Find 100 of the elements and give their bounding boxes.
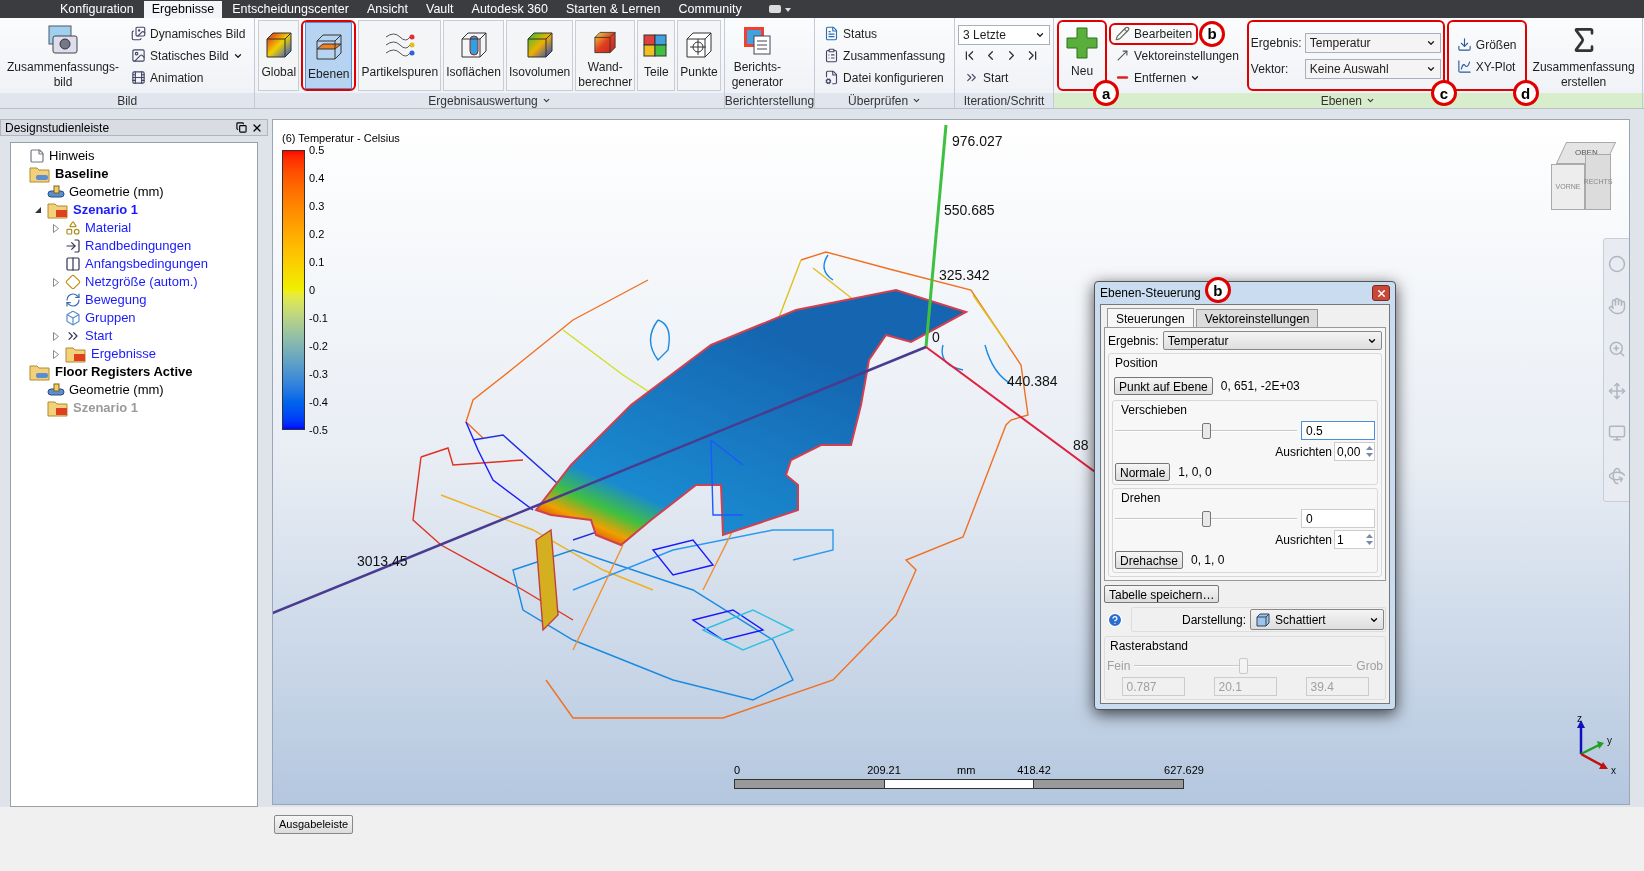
- close-button[interactable]: [1372, 285, 1390, 301]
- ribbon-button[interactable]: Status: [818, 22, 884, 45]
- ribbon-button[interactable]: Zusammenfassung: [818, 44, 952, 67]
- tree-item[interactable]: Netzgröße (autom.): [85, 272, 198, 292]
- group-label[interactable]: Überprüfen: [815, 93, 955, 108]
- tree-item[interactable]: Hinweis: [49, 146, 95, 166]
- output-bar-button[interactable]: Ausgabeleiste: [274, 815, 354, 834]
- spin-field[interactable]: 0,00: [1334, 442, 1375, 461]
- dialog-tab[interactable]: Steuerungen: [1107, 308, 1194, 328]
- tree-item[interactable]: Floor Registers Active: [55, 362, 193, 382]
- tree-item[interactable]: Gruppen: [85, 308, 136, 328]
- ribbon-button[interactable]: Statisches Bild: [125, 44, 249, 67]
- diamond-icon: [65, 274, 81, 290]
- tree-item[interactable]: Geometrie (mm): [69, 380, 164, 400]
- menu-tab[interactable]: Vault: [417, 1, 462, 18]
- legend-tick-label: -0.4: [309, 395, 328, 408]
- scale-label: 209.21: [867, 763, 901, 778]
- window-icon[interactable]: [767, 4, 792, 14]
- close-icon: [1375, 287, 1387, 299]
- dialog-button[interactable]: Normale: [1115, 463, 1171, 481]
- ribbon-button[interactable]: XY-Plot: [1450, 55, 1522, 78]
- ribbon-tool[interactable]: Isoflächen: [443, 20, 504, 91]
- ribbon-tool[interactable]: Partikelspuren: [358, 20, 442, 91]
- dropdown-field[interactable]: Schattiert: [1250, 609, 1384, 630]
- axis-triad-drawing: z y x: [1577, 716, 1621, 776]
- axis-value-label: 550.685: [944, 202, 995, 218]
- menu-tab[interactable]: Ansicht: [358, 1, 416, 18]
- tree-item[interactable]: Randbedingungen: [85, 236, 192, 256]
- ribbon-tool[interactable]: Isovolumen: [505, 20, 574, 91]
- ribbon-button[interactable]: Größen: [1450, 33, 1523, 56]
- dialog-button[interactable]: Punkt auf Ebene: [1114, 377, 1213, 395]
- menu-tab[interactable]: Autodesk 360: [463, 1, 556, 18]
- dialog-button[interactable]: Tabelle speichern…: [1104, 585, 1220, 603]
- callout-marker: d: [1512, 80, 1539, 106]
- point-value: 0, 651, -2E+03: [1220, 378, 1300, 395]
- ribbon-tool[interactable]: Wand-berechner: [575, 20, 636, 91]
- vector-value: 0, 1, 0: [1191, 552, 1225, 569]
- scale-label: 627.629: [1164, 763, 1204, 778]
- pipe-part-icon: [47, 185, 65, 199]
- input-field[interactable]: 0.5: [1301, 421, 1375, 440]
- input-field[interactable]: 0: [1301, 509, 1375, 528]
- tree-item[interactable]: Anfangsbedingungen: [85, 254, 208, 274]
- vector-value: 1, 0, 0: [1178, 464, 1212, 481]
- tree-item[interactable]: Start: [85, 326, 113, 346]
- menu-tab[interactable]: Community: [670, 1, 750, 18]
- 3d-viewport[interactable]: [272, 119, 1630, 805]
- slider-thumb[interactable]: [1202, 510, 1211, 527]
- dropdown-field[interactable]: Temperatur: [1162, 331, 1382, 350]
- legend-title: (6) Temperatur - Celsius: [282, 131, 400, 146]
- group-label[interactable]: Ergebnisauswertung: [255, 93, 724, 108]
- dropdown-field[interactable]: Temperatur: [1304, 32, 1441, 53]
- menu-tab[interactable]: Starten & Lernen: [558, 1, 669, 18]
- ribbon-tool[interactable]: Global: [258, 20, 300, 91]
- collapsed-triangle-icon[interactable]: [53, 349, 59, 359]
- tree-item[interactable]: Material: [85, 218, 132, 238]
- ribbon-tool[interactable]: Ebenen: [305, 22, 353, 89]
- collapsed-triangle-icon[interactable]: [53, 223, 59, 233]
- spin-field[interactable]: 1: [1334, 530, 1375, 549]
- tree-item[interactable]: Ergebnisse: [91, 344, 157, 364]
- ribbon-button[interactable]: Dynamisches Bild: [125, 22, 252, 45]
- menu-tab[interactable]: Ergebnisse: [143, 1, 223, 18]
- collapsed-triangle-icon[interactable]: [53, 277, 59, 287]
- camera-picture-icon: [46, 24, 80, 56]
- tree-item[interactable]: Geometrie (mm): [69, 182, 164, 202]
- restore-icon[interactable]: [236, 122, 247, 133]
- slider-max-label: Grob: [1356, 658, 1383, 675]
- ribbon-button[interactable]: Zusammenfassungs-bild: [3, 20, 124, 91]
- group-title: Drehen: [1120, 490, 1162, 507]
- menu-tab[interactable]: Entscheidungscenter: [224, 1, 357, 18]
- ribbon-button[interactable]: Start: [958, 66, 1015, 89]
- ribbon-button[interactable]: Datei konfigurieren: [818, 66, 950, 89]
- arrow-into-icon: [65, 238, 81, 254]
- ribbon-button[interactable]: Bearbeiten: [1109, 22, 1199, 45]
- menu-tab[interactable]: Konfiguration: [52, 1, 142, 18]
- legend-tick-label: -0.1: [309, 311, 328, 324]
- group-title: Position: [1114, 355, 1159, 372]
- tree-item[interactable]: Baseline: [55, 164, 109, 184]
- axis-value-label: 0: [932, 329, 940, 345]
- colored-folder-icon: [47, 399, 69, 417]
- report-icon: [741, 24, 774, 56]
- axis-value-label: 325.342: [939, 267, 990, 283]
- tree-item[interactable]: Szenario 1: [73, 200, 139, 220]
- expanded-triangle-icon[interactable]: [34, 206, 42, 214]
- ribbon-button[interactable]: Berichts-generator: [727, 20, 788, 91]
- dialog-tab[interactable]: Vektoreinstellungen: [1195, 309, 1319, 327]
- spin-arrows-icon: [1365, 532, 1374, 547]
- ribbon-button[interactable]: Vektoreinstellungen: [1109, 44, 1245, 67]
- help-icon[interactable]: [1107, 611, 1123, 628]
- dropdown-field[interactable]: 3 Letzte: [958, 24, 1051, 45]
- ribbon-tool[interactable]: Teile: [637, 20, 676, 91]
- collapsed-triangle-icon[interactable]: [53, 331, 59, 341]
- ribbon-button[interactable]: Animation: [125, 66, 210, 89]
- callout-marker: a: [1093, 80, 1120, 106]
- dialog-button[interactable]: Drehachse: [1115, 551, 1184, 569]
- slider-thumb[interactable]: [1202, 422, 1211, 439]
- dropdown-field[interactable]: Keine Auswahl: [1304, 58, 1441, 79]
- arrow-icon: [1115, 48, 1131, 63]
- tree-item[interactable]: Bewegung: [85, 290, 147, 310]
- group-label: Bild: [0, 93, 255, 108]
- ribbon-tool[interactable]: Punkte: [677, 20, 721, 91]
